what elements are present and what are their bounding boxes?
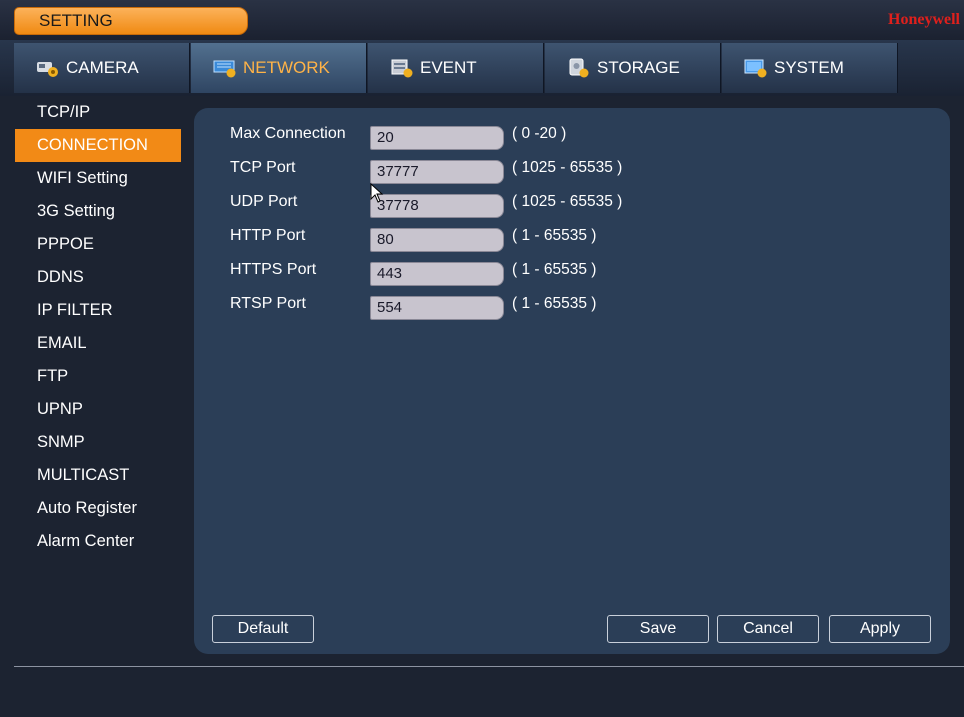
tab-event[interactable]: EVENT bbox=[368, 43, 544, 93]
rtsp-port-row: RTSP Port 554 ( 1 - 65535 ) bbox=[230, 293, 830, 320]
sidebar-item-upnp[interactable]: UPNP bbox=[15, 393, 181, 426]
tcp-port-range: ( 1025 - 65535 ) bbox=[512, 159, 623, 176]
https-port-range: ( 1 - 65535 ) bbox=[512, 261, 597, 278]
dvr-settings-screen: SETTING Honeywell CAMERA NETWORK EVENT S… bbox=[0, 0, 964, 717]
tcp-port-input[interactable]: 37777 bbox=[370, 160, 504, 184]
rtsp-port-range: ( 1 - 65535 ) bbox=[512, 295, 597, 312]
mouse-pointer-icon bbox=[370, 183, 384, 203]
tab-label: SYSTEM bbox=[774, 58, 844, 77]
tab-label: STORAGE bbox=[597, 58, 680, 77]
http-port-input[interactable]: 80 bbox=[370, 228, 504, 252]
window-title: SETTING bbox=[14, 7, 248, 35]
sidebar-item-multicast[interactable]: MULTICAST bbox=[15, 459, 181, 492]
https-port-input[interactable]: 443 bbox=[370, 262, 504, 286]
http-port-range: ( 1 - 65535 ) bbox=[512, 227, 597, 244]
storage-settings-icon bbox=[567, 58, 591, 78]
cancel-button[interactable]: Cancel bbox=[717, 615, 819, 643]
rtsp-port-label: RTSP Port bbox=[230, 295, 306, 312]
sidebar-item-alarm-center[interactable]: Alarm Center bbox=[15, 525, 181, 558]
network-sidebar: TCP/IP CONNECTION WIFI Setting 3G Settin… bbox=[15, 96, 181, 658]
system-settings-icon bbox=[744, 58, 768, 78]
sidebar-item-pppoe[interactable]: PPPOE bbox=[15, 228, 181, 261]
max-connection-label: Max Connection bbox=[230, 125, 346, 142]
max-connection-input[interactable]: 20 bbox=[370, 126, 504, 150]
rtsp-port-input[interactable]: 554 bbox=[370, 296, 504, 320]
network-settings-icon bbox=[213, 58, 237, 78]
tab-storage[interactable]: STORAGE bbox=[545, 43, 721, 93]
title-bar: SETTING Honeywell bbox=[0, 0, 964, 40]
sidebar-item-tcpip[interactable]: TCP/IP bbox=[15, 96, 181, 129]
brand-logo: Honeywell bbox=[888, 11, 960, 28]
tcp-port-row: TCP Port 37777 ( 1025 - 65535 ) bbox=[230, 157, 830, 184]
save-button[interactable]: Save bbox=[607, 615, 709, 643]
https-port-row: HTTPS Port 443 ( 1 - 65535 ) bbox=[230, 259, 830, 286]
sidebar-item-3g-setting[interactable]: 3G Setting bbox=[15, 195, 181, 228]
max-connection-range: ( 0 -20 ) bbox=[512, 125, 567, 142]
https-port-label: HTTPS Port bbox=[230, 261, 317, 278]
sidebar-item-auto-register[interactable]: Auto Register bbox=[15, 492, 181, 525]
max-connection-row: Max Connection 20 ( 0 -20 ) bbox=[230, 123, 830, 150]
connection-settings-panel: Max Connection 20 ( 0 -20 ) TCP Port 377… bbox=[194, 108, 950, 654]
http-port-label: HTTP Port bbox=[230, 227, 306, 244]
tab-system[interactable]: SYSTEM bbox=[722, 43, 898, 93]
tab-camera[interactable]: CAMERA bbox=[14, 43, 190, 93]
sidebar-item-snmp[interactable]: SNMP bbox=[15, 426, 181, 459]
udp-port-label: UDP Port bbox=[230, 193, 298, 210]
camera-settings-icon bbox=[36, 58, 60, 78]
tab-label: CAMERA bbox=[66, 58, 139, 77]
http-port-row: HTTP Port 80 ( 1 - 65535 ) bbox=[230, 225, 830, 252]
sidebar-item-connection[interactable]: CONNECTION bbox=[15, 129, 181, 162]
sidebar-item-ftp[interactable]: FTP bbox=[15, 360, 181, 393]
status-divider bbox=[14, 666, 964, 667]
top-tab-bar: CAMERA NETWORK EVENT STORAGE SYSTEM bbox=[0, 40, 964, 96]
udp-port-range: ( 1025 - 65535 ) bbox=[512, 193, 623, 210]
udp-port-input[interactable]: 37778 bbox=[370, 194, 504, 218]
tcp-port-label: TCP Port bbox=[230, 159, 296, 176]
tab-label: NETWORK bbox=[243, 58, 330, 77]
tab-label: EVENT bbox=[420, 58, 477, 77]
event-settings-icon bbox=[390, 58, 414, 78]
tab-network[interactable]: NETWORK bbox=[191, 43, 367, 93]
sidebar-item-wifi-setting[interactable]: WIFI Setting bbox=[15, 162, 181, 195]
default-button[interactable]: Default bbox=[212, 615, 314, 643]
sidebar-item-ip-filter[interactable]: IP FILTER bbox=[15, 294, 181, 327]
apply-button[interactable]: Apply bbox=[829, 615, 931, 643]
sidebar-item-email[interactable]: EMAIL bbox=[15, 327, 181, 360]
udp-port-row: UDP Port 37778 ( 1025 - 65535 ) bbox=[230, 191, 830, 218]
sidebar-item-ddns[interactable]: DDNS bbox=[15, 261, 181, 294]
